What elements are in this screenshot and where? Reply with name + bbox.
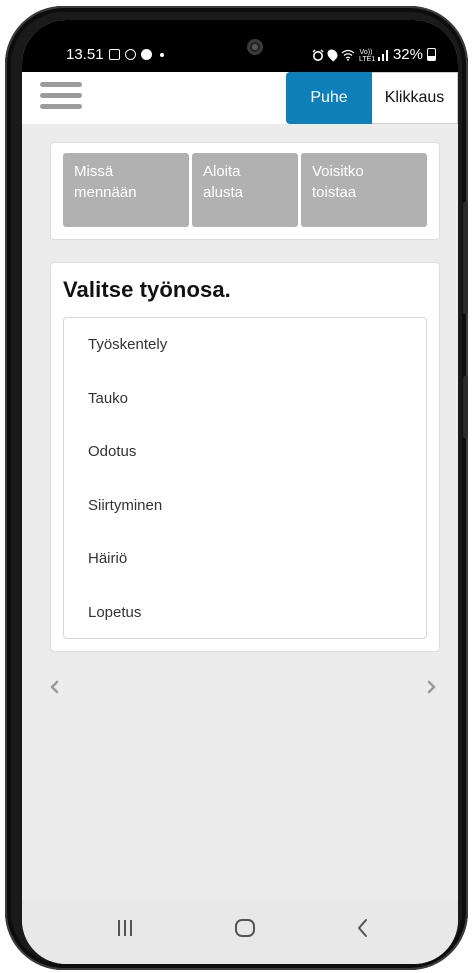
mode-tab-klikkaus[interactable]: Klikkaus	[372, 72, 458, 124]
button-line: Voisitko	[312, 163, 364, 180]
mode-toggle: Puhe Klikkaus	[286, 72, 458, 124]
button-line: toistaa	[312, 184, 357, 201]
whatsapp-icon	[124, 49, 136, 60]
location-icon	[325, 47, 340, 62]
phone-frame: 13.51 Vo)) LTE1 32% Puhe Klikkaus Missä …	[5, 6, 468, 970]
app-notification-icon	[140, 49, 152, 60]
wifi-icon	[341, 49, 355, 61]
system-nav-bar	[22, 900, 458, 964]
status-bar: 13.51 Vo)) LTE1 32%	[22, 20, 458, 72]
task-selection-card: Valitse työnosa. Työskentely Tauko Odotu…	[50, 262, 440, 652]
button-line: Aloita	[203, 163, 241, 180]
more-notifications-icon	[159, 52, 164, 57]
lte-indicator: Vo)) LTE1	[358, 48, 376, 63]
button-line: mennään	[74, 184, 137, 201]
quick-actions-card: Missä mennään Aloita alusta Voisitko toi…	[50, 142, 440, 240]
signal-icon	[377, 49, 388, 61]
task-item-tauko[interactable]: Tauko	[88, 386, 388, 412]
task-item-odotus[interactable]: Odotus	[88, 439, 388, 465]
hamburger-menu-icon[interactable]	[40, 82, 82, 114]
front-camera	[247, 39, 263, 55]
chevron-right-icon[interactable]	[424, 680, 438, 694]
gallery-icon	[108, 49, 120, 60]
alarm-icon	[312, 49, 324, 61]
voisitko-toistaa-button[interactable]: Voisitko toistaa	[301, 153, 427, 227]
mode-tab-puhe[interactable]: Puhe	[286, 72, 372, 124]
button-line: Missä	[74, 163, 114, 180]
battery-percent: 32%	[392, 46, 423, 63]
task-item-siirtyminen[interactable]: Siirtyminen	[88, 493, 388, 519]
recents-icon[interactable]	[117, 918, 133, 938]
home-icon[interactable]	[234, 918, 256, 938]
task-item-lopetus[interactable]: Lopetus	[88, 600, 388, 626]
aloita-alusta-button[interactable]: Aloita alusta	[192, 153, 298, 227]
task-item-hairio[interactable]: Häiriö	[88, 546, 388, 572]
back-icon[interactable]	[356, 918, 370, 938]
app-header: Puhe Klikkaus	[22, 72, 458, 124]
volume-button	[463, 202, 468, 314]
battery-icon	[427, 48, 436, 61]
task-item-tyoskentely[interactable]: Työskentely	[88, 332, 388, 358]
status-time: 13.51	[66, 46, 104, 63]
task-list: Työskentely Tauko Odotus Siirtyminen Häi…	[63, 317, 427, 639]
phone-screen: 13.51 Vo)) LTE1 32% Puhe Klikkaus Missä …	[22, 20, 458, 964]
missa-mennaan-button[interactable]: Missä mennään	[63, 153, 189, 227]
chevron-left-icon[interactable]	[48, 680, 62, 694]
task-section-title: Valitse työnosa.	[63, 277, 231, 302]
button-line: alusta	[203, 184, 244, 201]
power-button	[463, 376, 468, 438]
